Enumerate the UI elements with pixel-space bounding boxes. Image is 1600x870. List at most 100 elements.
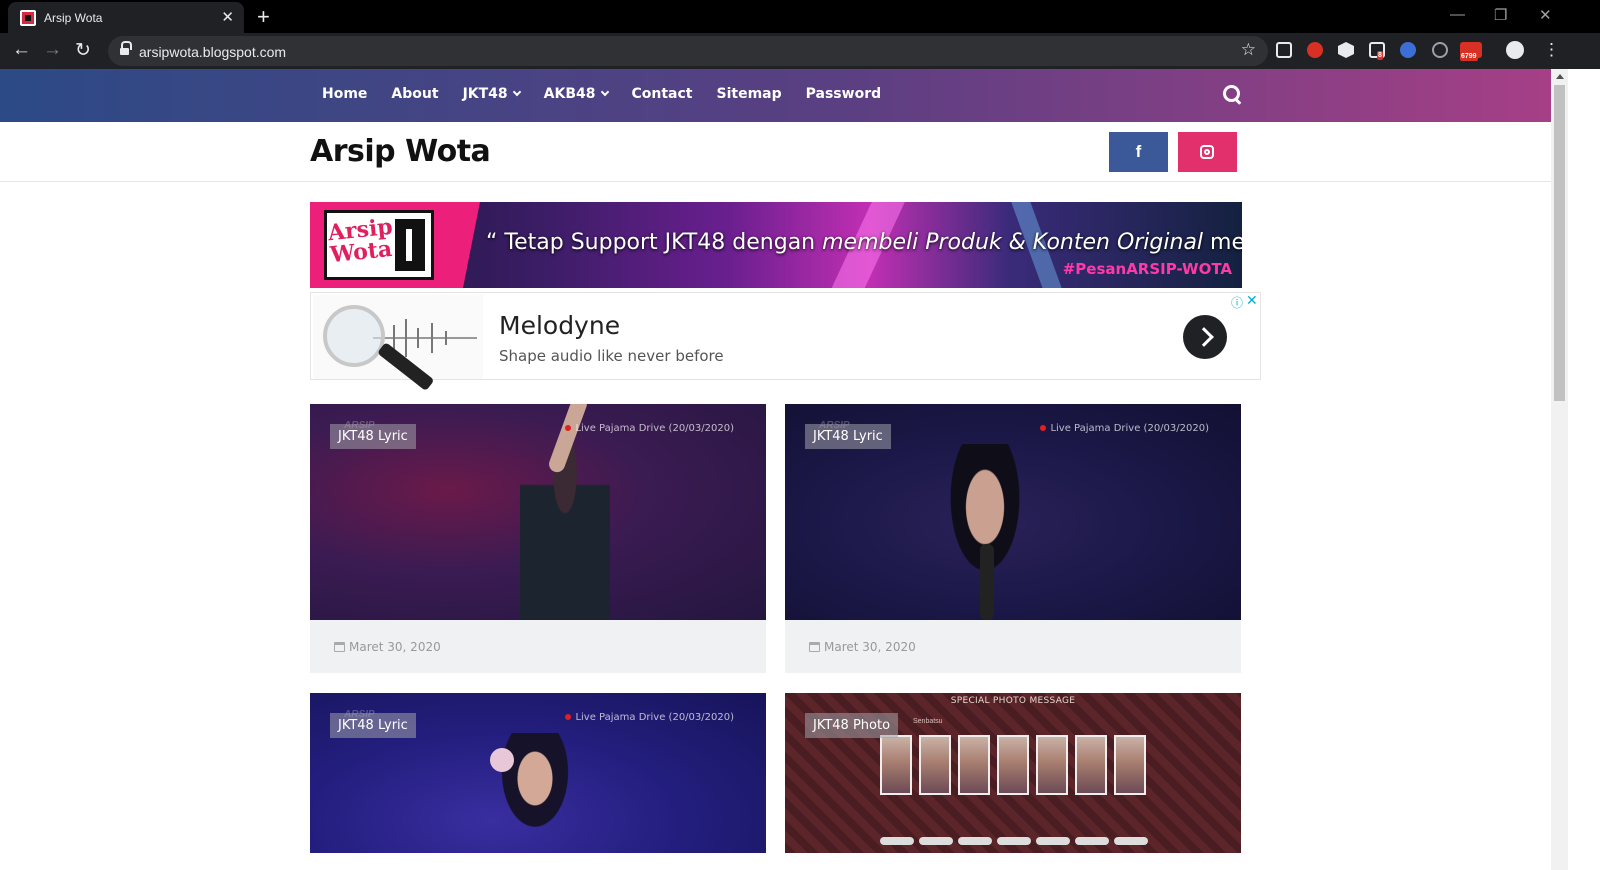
nav-jkt48-label: JKT48 (462, 86, 508, 102)
post-thumbnail[interactable]: SPECIAL PHOTO MESSAGE Senbatsu JKT48 Pho… (785, 693, 1241, 853)
video-overlay-label: Live Pajama Drive (20/03/2020) (575, 712, 734, 723)
reload-icon[interactable]: ↻ (75, 39, 91, 62)
video-overlay-label: Live Pajama Drive (20/03/2020) (575, 423, 734, 434)
post-thumbnail[interactable]: ARSIP JKT48 Lyric Live Pajama Drive (20/… (785, 404, 1241, 620)
nav-jkt48[interactable]: JKT48 (462, 86, 521, 102)
browser-menu-icon[interactable]: ⋮ (1543, 40, 1560, 60)
search-icon[interactable] (1223, 85, 1242, 104)
browser-tab[interactable]: Arsip Wota ✕ (8, 2, 244, 33)
site-favicon-icon (20, 10, 36, 26)
main-menu: Home About JKT48 AKB48 Contact Sitemap P… (322, 86, 881, 102)
banner-quote: “ Tetap Support JKT48 dengan membeli Pro… (486, 230, 1242, 255)
post-thumbnail[interactable]: ARSIP JKT48 Lyric Live Pajama Drive (20/… (310, 693, 766, 853)
download-pill (997, 837, 1031, 845)
ad-unit[interactable]: Melodyne Shape audio like never before ⓘ… (310, 292, 1261, 392)
post-category-label[interactable]: JKT48 Lyric (330, 424, 416, 449)
site-navbar: Home About JKT48 AKB48 Contact Sitemap P… (0, 69, 1551, 122)
nav-about[interactable]: About (391, 86, 438, 102)
minimize-icon[interactable]: — (1450, 6, 1465, 23)
ad-close-icon[interactable]: ✕ (1246, 292, 1258, 309)
facebook-button[interactable]: f (1109, 132, 1168, 172)
ad-wave-bar (405, 319, 407, 357)
post-thumbnail[interactable]: ARSIP JKT48 Lyric Live Pajama Drive (20/… (310, 404, 766, 620)
site-title[interactable]: Arsip Wota (310, 134, 491, 169)
extension-tab-icon[interactable] (1276, 42, 1292, 58)
extension-bulb-icon[interactable] (1432, 42, 1448, 58)
ad-wave-bar (431, 323, 433, 353)
forward-icon[interactable]: → (43, 39, 62, 61)
member-photo (1114, 735, 1146, 795)
calendar-icon (334, 642, 345, 652)
address-bar[interactable]: arsipwota.blogspot.com ☆ (108, 36, 1268, 66)
ad-info-icon[interactable]: ⓘ (1231, 294, 1243, 311)
member-photo (958, 735, 990, 795)
nav-sitemap[interactable]: Sitemap (717, 86, 782, 102)
ad-wave-bar (445, 331, 447, 345)
post-meta: Maret 30, 2020 (785, 620, 1241, 673)
ad-wave-bar (417, 328, 419, 348)
extension-mail-icon[interactable]: 6799 (1460, 42, 1482, 61)
ad-subtitle: Shape audio like never before (499, 347, 724, 365)
nav-home[interactable]: Home (322, 86, 367, 102)
post-card[interactable]: SPECIAL PHOTO MESSAGE Senbatsu JKT48 Pho… (785, 693, 1241, 853)
restore-icon[interactable]: ❐ (1494, 6, 1507, 24)
logo-line-2: Wota (328, 235, 394, 269)
video-overlay-text: Live Pajama Drive (20/03/2020) (1040, 423, 1209, 434)
logo-text: Arsip Wota (327, 214, 396, 269)
url-text: arsipwota.blogspot.com (139, 44, 287, 60)
post-meta: Maret 30, 2020 (310, 620, 766, 673)
nav-akb48[interactable]: AKB48 (544, 86, 609, 102)
profile-avatar[interactable] (1506, 41, 1524, 59)
download-pill (1075, 837, 1109, 845)
nav-password[interactable]: Password (806, 86, 881, 102)
video-overlay-text: Live Pajama Drive (20/03/2020) (565, 423, 734, 434)
magnifier-lens (323, 305, 385, 367)
post-card[interactable]: ARSIP JKT48 Lyric Live Pajama Drive (20/… (310, 693, 766, 853)
extension-download-icon[interactable] (1400, 42, 1416, 58)
quote-part-b: membeli Produk & Konten Original (822, 230, 1204, 255)
member-photo (880, 735, 912, 795)
scroll-thumb[interactable] (1554, 85, 1565, 401)
post-card[interactable]: ARSIP JKT48 Lyric Live Pajama Drive (20/… (785, 404, 1241, 673)
mail-badge: 6799 (1460, 52, 1478, 61)
window-close-icon[interactable]: ✕ (1539, 6, 1552, 24)
page-scrollbar[interactable] (1551, 69, 1568, 870)
scroll-up-icon[interactable] (1556, 74, 1564, 79)
post-card[interactable]: ARSIP JKT48 Lyric Live Pajama Drive (20/… (310, 404, 766, 673)
logo-block (395, 219, 425, 271)
back-icon[interactable]: ← (12, 39, 31, 61)
download-pill (880, 837, 914, 845)
counter-badge: 8 (1377, 51, 1383, 60)
post-date-text: Maret 30, 2020 (349, 640, 441, 654)
extension-red-icon[interactable] (1307, 42, 1323, 58)
live-dot-icon (565, 425, 572, 431)
logo-box: Arsip Wota (324, 210, 434, 280)
download-pill (958, 837, 992, 845)
support-banner[interactable]: Arsip Wota “ Tetap Support JKT48 dengan … (310, 202, 1242, 288)
star-icon[interactable]: ☆ (1241, 40, 1256, 60)
calendar-icon (809, 642, 820, 652)
member-photo (1075, 735, 1107, 795)
nav-contact[interactable]: Contact (632, 86, 693, 102)
post-category-label[interactable]: JKT48 Photo (805, 713, 899, 738)
chevron-right-icon[interactable] (1183, 315, 1227, 359)
banner-hashtag: #PesanARSIP-WOTA (1062, 260, 1232, 278)
post-category-label[interactable]: JKT48 Lyric (330, 713, 416, 738)
extension-counter-icon[interactable]: 8 (1369, 42, 1385, 60)
post-date: Maret 30, 2020 (809, 640, 916, 654)
ad-waveform (373, 337, 477, 339)
instagram-button[interactable] (1178, 132, 1237, 172)
photo-message-title: SPECIAL PHOTO MESSAGE (950, 696, 1076, 706)
live-dot-icon (565, 714, 572, 720)
brand-header: Arsip Wota f (0, 122, 1551, 182)
quote-part-a: “ Tetap Support JKT48 dengan (486, 230, 823, 255)
post-category-label[interactable]: JKT48 Lyric (805, 424, 891, 449)
quote-part-c: mereka. ” (1210, 230, 1242, 255)
ad-title[interactable]: Melodyne (499, 311, 620, 340)
tab-close-icon[interactable]: ✕ (221, 8, 234, 26)
chevron-down-icon (600, 87, 609, 97)
new-tab-icon[interactable]: + (257, 4, 270, 30)
extension-hex-icon[interactable] (1338, 42, 1354, 58)
download-pill (1114, 837, 1148, 845)
download-pill (919, 837, 953, 845)
